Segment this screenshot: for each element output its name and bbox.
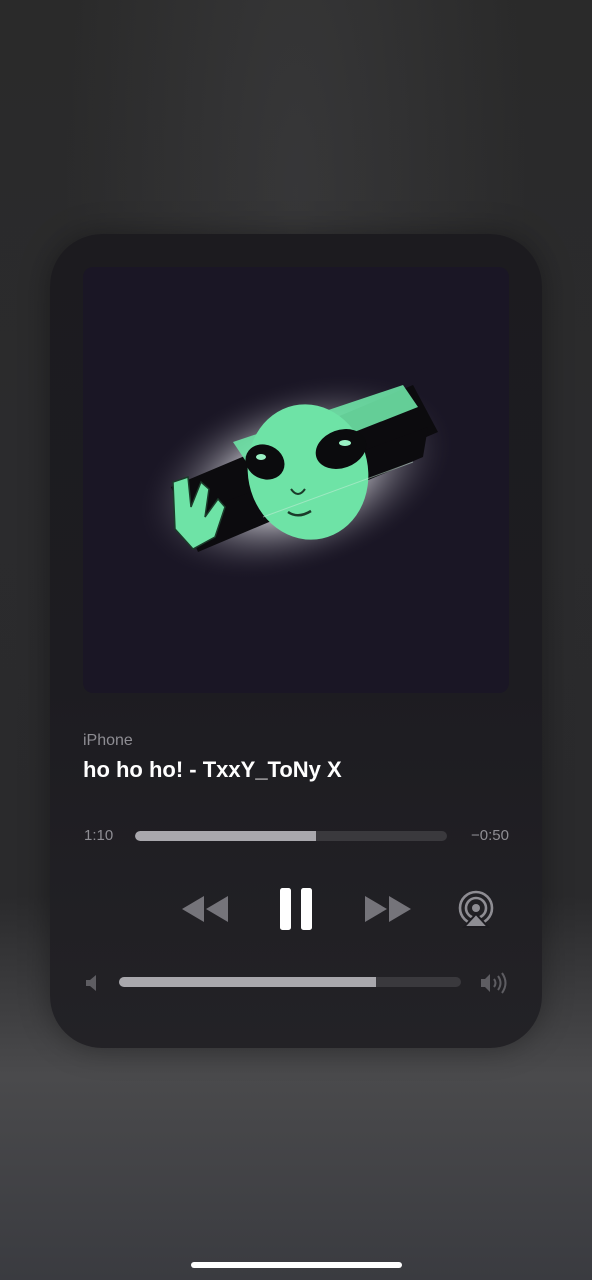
elapsed-time: 1:10 bbox=[84, 827, 114, 844]
fast-forward-button[interactable] bbox=[361, 889, 415, 929]
remaining-time: −0:50 bbox=[471, 827, 509, 844]
volume-slider[interactable] bbox=[119, 977, 461, 987]
now-playing-card: iPhone ho ho ho! - TxxY_ToNy X 1:10 −0:5… bbox=[50, 234, 542, 1048]
pause-button[interactable] bbox=[272, 884, 320, 934]
album-artwork bbox=[83, 267, 509, 693]
airplay-icon bbox=[458, 890, 494, 928]
rewind-button[interactable] bbox=[178, 889, 232, 929]
home-indicator[interactable] bbox=[191, 1262, 402, 1268]
volume-low-icon bbox=[84, 974, 100, 997]
fast-forward-icon bbox=[365, 896, 411, 922]
pause-icon bbox=[280, 888, 312, 930]
output-device-label: iPhone bbox=[83, 732, 133, 749]
playback-scrubber[interactable] bbox=[135, 831, 447, 841]
track-title: ho ho ho! - TxxY_ToNy X bbox=[83, 757, 342, 782]
airplay-button[interactable] bbox=[454, 888, 498, 930]
volume-level-fill bbox=[119, 977, 376, 987]
playback-progress-fill bbox=[135, 831, 316, 841]
volume-high-icon bbox=[479, 972, 509, 999]
rewind-icon bbox=[182, 896, 228, 922]
